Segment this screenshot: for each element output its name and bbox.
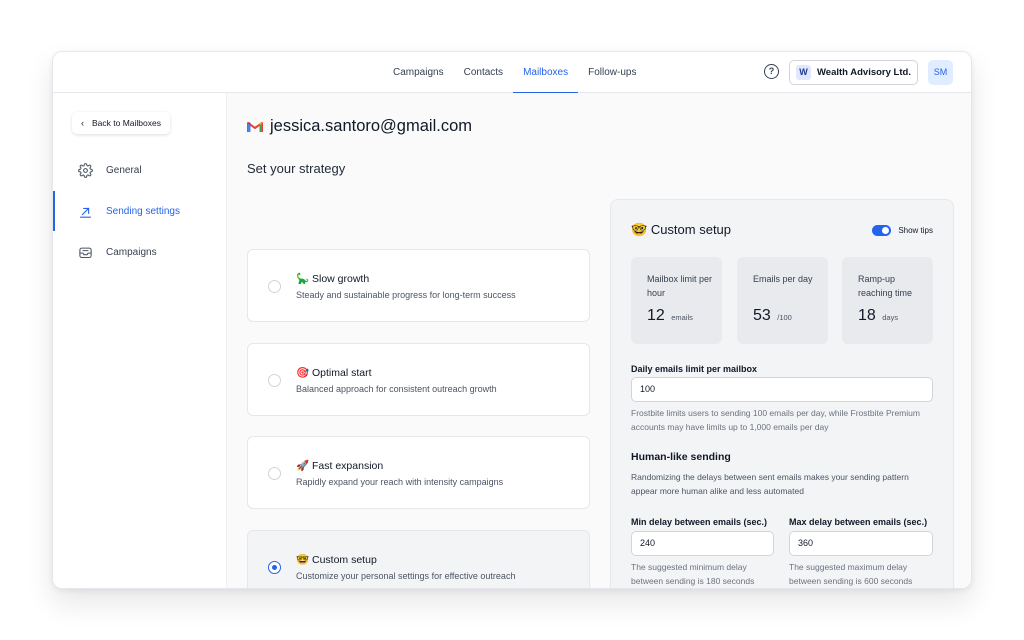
- stat-card-hourly-limit: Mailbox limit per hour 12 emails: [631, 257, 722, 344]
- rocket-icon: 🚀: [296, 460, 310, 472]
- stat-unit: /100: [777, 313, 792, 322]
- option-description: Balanced approach for consistent outreac…: [296, 384, 497, 394]
- nav-follow-ups[interactable]: Follow-ups: [578, 52, 646, 93]
- sidebar-label-general: General: [106, 164, 142, 176]
- sidebar-label-campaigns: Campaigns: [106, 246, 157, 258]
- human-like-description: Randomizing the delays between sent emai…: [631, 472, 909, 496]
- panel-title-text: Custom setup: [650, 222, 732, 237]
- main-content: jessica.santoro@gmail.com Set your strat…: [227, 93, 971, 588]
- option-description: Steady and sustainable progress for long…: [296, 290, 516, 300]
- stat-value: 18 days: [858, 307, 898, 325]
- option-description: Rapidly expand your reach with intensity…: [296, 477, 504, 487]
- panel-title: 🤓 Custom setup: [631, 222, 731, 238]
- daily-limit-help: Frostbite limits users to sending 100 em…: [631, 408, 920, 432]
- nerd-face-icon: 🤓: [631, 222, 648, 237]
- daily-limit-input[interactable]: 100: [631, 377, 933, 402]
- max-delay-input[interactable]: 360: [789, 531, 933, 556]
- target-icon: 🎯: [296, 367, 310, 379]
- sidebar-label-sending-settings: Sending settings: [106, 205, 180, 217]
- back-to-mailboxes-button[interactable]: ‹ Back to Mailboxes: [72, 112, 170, 134]
- nav-contacts[interactable]: Contacts: [454, 52, 513, 93]
- option-title: 🎯 Optimal start: [296, 366, 372, 379]
- avatar[interactable]: SM: [928, 60, 953, 85]
- workspace-selector[interactable]: W Wealth Advisory Ltd.: [789, 60, 918, 85]
- option-title-text: Slow growth: [312, 273, 370, 285]
- strategy-radio[interactable]: [268, 467, 281, 480]
- option-title-text: Optimal start: [312, 367, 372, 379]
- option-title-text: Fast expansion: [312, 460, 384, 472]
- chevron-left-icon: ‹: [81, 118, 84, 128]
- sidebar-item-general[interactable]: General: [53, 150, 227, 190]
- strategy-radio[interactable]: [268, 374, 281, 387]
- nav-mailboxes[interactable]: Mailboxes: [513, 52, 579, 94]
- strategy-radio-selected[interactable]: [268, 561, 281, 574]
- inbox-icon: [78, 245, 93, 260]
- back-button-label: Back to Mailboxes: [92, 118, 161, 128]
- sidebar: ‹ Back to Mailboxes General Sending sett…: [53, 93, 227, 588]
- stat-value: 12 emails: [647, 307, 693, 325]
- option-title: 🤓 Custom setup: [296, 553, 377, 566]
- option-title: 🚀 Fast expansion: [296, 459, 383, 472]
- stat-card-ramp-up: Ramp-up reaching time 18 days: [842, 257, 933, 344]
- sidebar-item-campaigns[interactable]: Campaigns: [53, 232, 227, 272]
- max-delay-help: The suggested maximum delay between send…: [789, 562, 913, 586]
- stat-label: Mailbox limit per hour: [647, 274, 713, 298]
- strategy-option-fast-expansion[interactable]: 🚀 Fast expansion Rapidly expand your rea…: [247, 436, 590, 509]
- gmail-icon: [247, 121, 263, 133]
- mailbox-title: jessica.santoro@gmail.com: [247, 117, 472, 136]
- strategy-radio[interactable]: [268, 280, 281, 293]
- nav-campaigns[interactable]: Campaigns: [383, 52, 454, 93]
- stat-label: Emails per day: [753, 274, 813, 284]
- human-like-heading: Human-like sending: [631, 451, 731, 463]
- option-title-text: Custom setup: [312, 554, 377, 566]
- stat-number: 53: [753, 307, 771, 324]
- stat-label: Ramp-up reaching time: [858, 274, 913, 298]
- min-delay-input[interactable]: 240: [631, 531, 774, 556]
- min-delay-help: The suggested minimum delay between send…: [631, 562, 755, 586]
- min-delay-label: Min delay between emails (sec.): [631, 517, 768, 527]
- show-tips: Show tips: [872, 225, 933, 236]
- stat-value: 53 /100: [753, 307, 792, 325]
- daily-limit-label: Daily emails limit per mailbox: [631, 364, 758, 374]
- stat-unit: days: [882, 313, 899, 322]
- send-arrow-icon: [78, 204, 93, 219]
- stat-card-emails-per-day: Emails per day 53 /100: [737, 257, 828, 344]
- show-tips-toggle[interactable]: [872, 225, 892, 236]
- stat-number: 18: [858, 307, 876, 324]
- top-nav: Campaigns Contacts Mailboxes Follow-ups: [383, 52, 646, 94]
- help-icon[interactable]: ?: [764, 64, 779, 79]
- workspace-name: Wealth Advisory Ltd.: [817, 67, 911, 78]
- gear-icon: [78, 162, 93, 178]
- max-delay-label: Max delay between emails (sec.): [789, 517, 928, 527]
- option-title: 🦕 Slow growth: [296, 272, 369, 285]
- nerd-face-icon: 🤓: [296, 554, 310, 566]
- strategy-option-slow-growth[interactable]: 🦕 Slow growth Steady and sustainable pro…: [247, 249, 590, 322]
- workspace-badge: W: [796, 65, 811, 80]
- strategy-heading: Set your strategy: [247, 161, 346, 176]
- app-window: Campaigns Contacts Mailboxes Follow-ups …: [52, 51, 972, 589]
- show-tips-label: Show tips: [898, 226, 933, 235]
- option-description: Customize your personal settings for eff…: [296, 571, 516, 581]
- top-bar: Campaigns Contacts Mailboxes Follow-ups …: [53, 52, 971, 94]
- mailbox-email: jessica.santoro@gmail.com: [270, 117, 472, 135]
- strategy-option-optimal-start[interactable]: 🎯 Optimal start Balanced approach for co…: [247, 343, 590, 416]
- custom-setup-panel: 🤓 Custom setup Show tips Mailbox limit p…: [610, 199, 954, 588]
- sidebar-item-sending-settings[interactable]: Sending settings: [53, 191, 227, 231]
- dinosaur-icon: 🦕: [296, 273, 310, 285]
- stat-unit: emails: [671, 313, 693, 322]
- strategy-option-custom-setup[interactable]: 🤓 Custom setup Customize your personal s…: [247, 530, 590, 588]
- stat-number: 12: [647, 307, 665, 324]
